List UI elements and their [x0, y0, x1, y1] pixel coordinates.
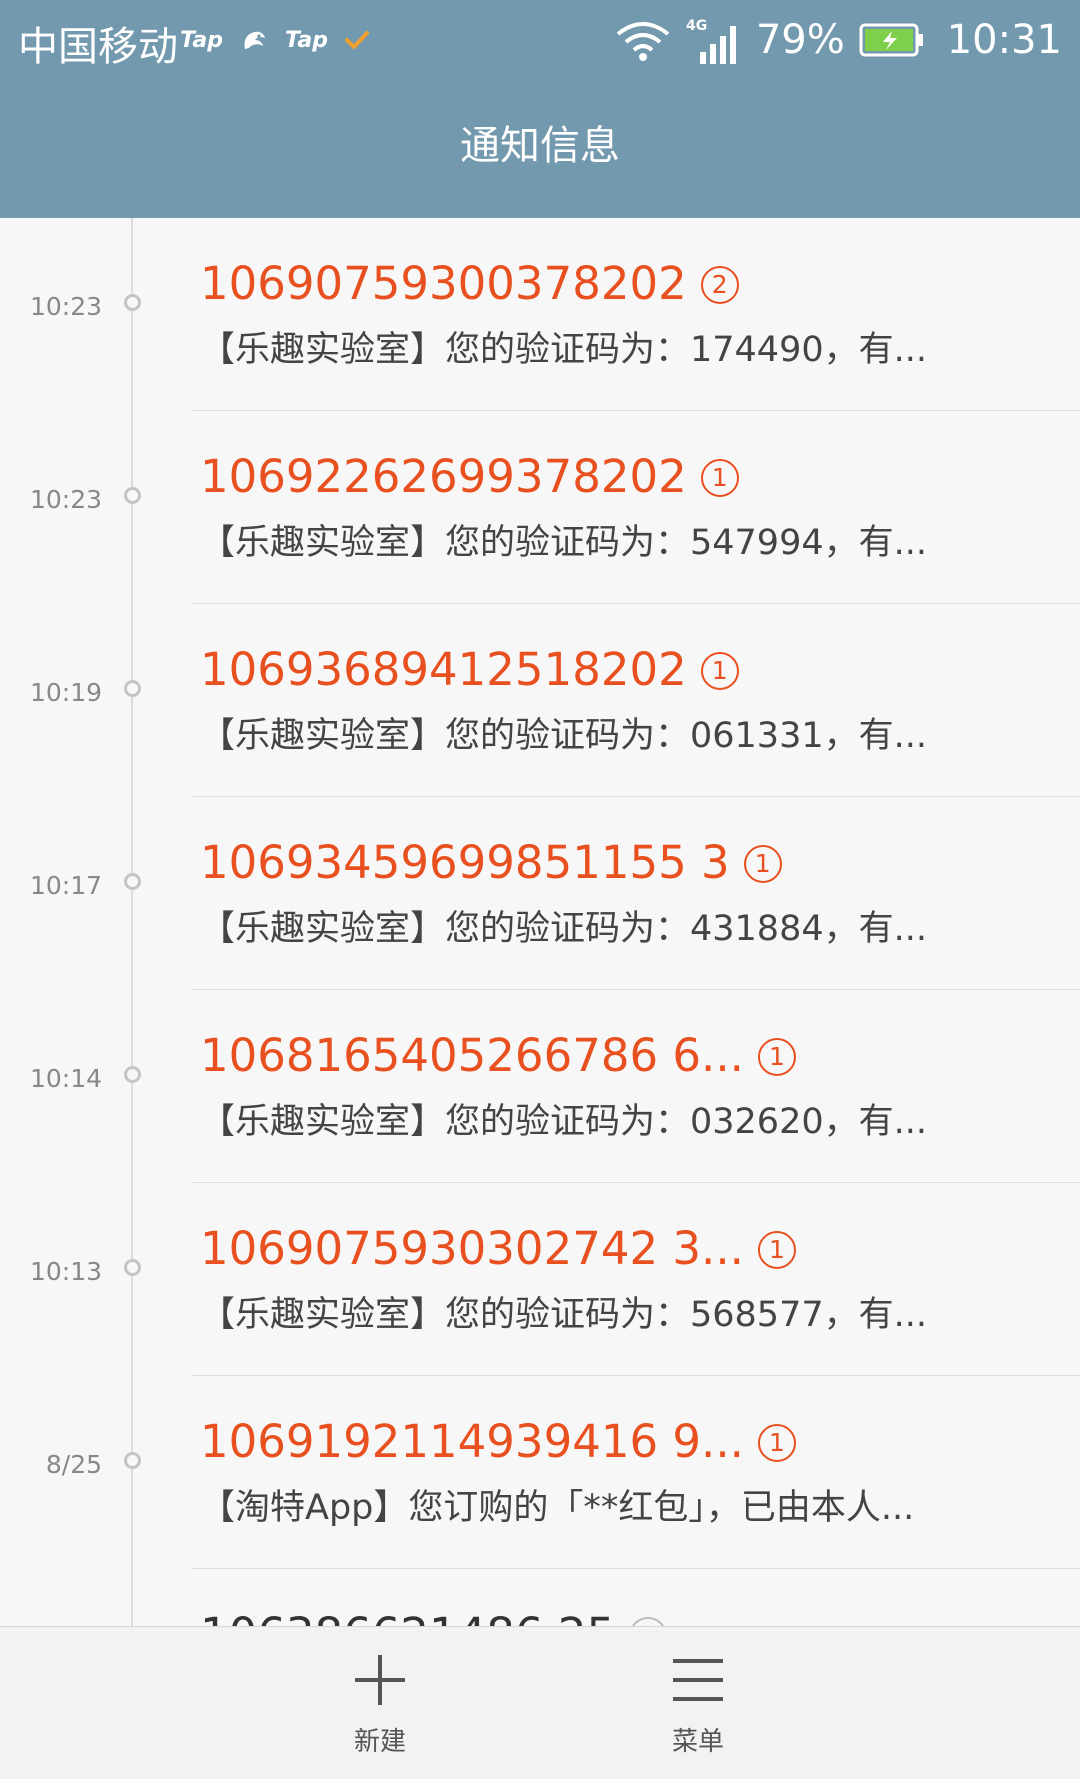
- message-snippet: 【乐趣实验室】您的验证码为：568577，有...: [200, 1295, 927, 1335]
- message-row[interactable]: 10:14 1068165405266786 6... 1 【乐趣实验室】您的验证…: [0, 990, 1080, 1183]
- new-message-label: 新建: [353, 1727, 406, 1757]
- notification-icons: Tap Tap: [180, 18, 372, 62]
- system-icons: 4G 79% 10:31: [614, 12, 1062, 68]
- sender-number: 1069075930302742 3... 1: [200, 1223, 796, 1275]
- hamburger-menu-icon: [673, 1659, 723, 1701]
- timeline-dot: [124, 294, 141, 311]
- sender-number: 10692262699378202 1: [200, 451, 739, 503]
- message-row[interactable]: 10:17 10693459699851155 31 【乐趣实验室】您的验证码为…: [0, 797, 1080, 990]
- app-header: 中国移动 Tap Tap 4G 79% 10:31 通知信息: [0, 0, 1080, 218]
- status-bar: 中国移动 Tap Tap 4G 79% 10:31: [0, 0, 1080, 80]
- plus-icon: [355, 1655, 405, 1705]
- timeline-dot: [124, 1066, 141, 1083]
- sender-number: 106386621486 252: [200, 1609, 668, 1626]
- timeline-dot: [124, 1452, 141, 1469]
- message-snippet: 【乐趣实验室】您的验证码为：547994，有...: [200, 523, 927, 563]
- message-snippet: 【淘特App】您订购的「**红包」，已由本人...: [200, 1488, 915, 1528]
- carrier-name: 中国移动: [18, 24, 178, 70]
- message-snippet: 【乐趣实验室】您的验证码为：061331，有...: [200, 716, 927, 756]
- message-row[interactable]: 10:13 1069075930302742 3... 1 【乐趣实验室】您的验证…: [0, 1183, 1080, 1376]
- message-time: 10:23: [29, 292, 102, 321]
- message-count-badge: 1: [743, 845, 782, 883]
- sender-number: 10693689412518202 1: [200, 644, 739, 696]
- message-count-badge: 1: [757, 1424, 796, 1462]
- check-icon: [345, 31, 369, 49]
- sender-number: 1068165405266786 6... 1: [200, 1030, 796, 1082]
- timeline-dot: [124, 680, 141, 697]
- tap-app-icon: Tap: [180, 27, 223, 53]
- sender-number: 10693459699851155 31: [200, 837, 782, 889]
- network-type-label: 4G: [686, 18, 707, 34]
- wifi-icon: [616, 22, 670, 61]
- sender-number: 10690759300378202 2: [200, 258, 739, 310]
- message-snippet: 【乐趣实验室】您的验证码为：431884，有...: [200, 909, 927, 949]
- message-count-badge: 1: [700, 652, 739, 690]
- timeline-dot: [124, 1259, 141, 1276]
- message-time: 10:23: [29, 485, 102, 514]
- battery-charging-icon: [859, 23, 923, 57]
- bird-app-icon: [244, 31, 265, 49]
- message-count-badge: 1: [757, 1038, 796, 1076]
- tap-app-icon: Tap: [285, 27, 328, 53]
- message-row[interactable]: 106386621486 252: [0, 1569, 1080, 1626]
- message-count-badge: 2: [629, 1617, 668, 1626]
- message-snippet: 【乐趣实验室】您的验证码为：032620，有...: [200, 1102, 927, 1142]
- menu-label: 菜单: [671, 1727, 724, 1757]
- message-count-badge: 2: [700, 266, 739, 304]
- message-count-badge: 1: [757, 1231, 796, 1269]
- message-row[interactable]: 10:19 10693689412518202 1 【乐趣实验室】您的验证码为：0…: [0, 604, 1080, 797]
- message-time: 8/25: [45, 1450, 102, 1479]
- message-time: 10:19: [29, 678, 102, 707]
- battery-percent: 79%: [755, 17, 845, 63]
- timeline-dot: [124, 487, 141, 504]
- new-message-button[interactable]: 新建: [280, 1627, 480, 1779]
- message-count-badge: 1: [700, 459, 739, 497]
- page-title: 通知信息: [460, 123, 620, 169]
- message-row[interactable]: 8/25 1069192114939416 9... 1 【淘特App】您订购的「…: [0, 1376, 1080, 1569]
- menu-button[interactable]: 菜单: [598, 1627, 798, 1779]
- signal-icon: 4G: [686, 18, 736, 64]
- timeline-dot: [124, 873, 141, 890]
- message-snippet: 【乐趣实验室】您的验证码为：174490，有...: [200, 330, 927, 370]
- message-row[interactable]: 10:23 10692262699378202 1 【乐趣实验室】您的验证码为：5…: [0, 411, 1080, 604]
- message-time: 10:13: [29, 1257, 102, 1286]
- status-clock: 10:31: [946, 17, 1062, 63]
- bottom-action-bar: 新建 菜单: [0, 1626, 1080, 1779]
- message-list[interactable]: 10:23 10690759300378202 2 【乐趣实验室】您的验证码为：1…: [0, 218, 1080, 1626]
- message-time: 10:17: [29, 871, 102, 900]
- sender-number: 1069192114939416 9... 1: [200, 1416, 796, 1468]
- message-row[interactable]: 10:23 10690759300378202 2 【乐趣实验室】您的验证码为：1…: [0, 218, 1080, 411]
- message-time: 10:14: [29, 1064, 102, 1093]
